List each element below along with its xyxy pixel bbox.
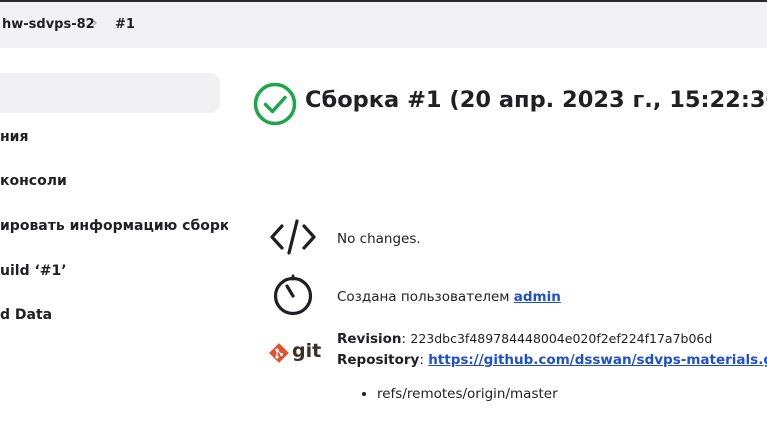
code-icon	[270, 219, 316, 255]
revision-value: 223dbc3f489784448004e020f2ef224f17a7b06d	[410, 331, 713, 346]
user-admin-link[interactable]: admin	[514, 289, 561, 305]
started-by-prefix: Создана пользователем	[337, 289, 514, 305]
git-logo-text: git	[292, 340, 322, 362]
list-item: refs/remotes/origin/master	[377, 386, 558, 402]
breadcrumb-separator-icon: ›	[92, 15, 98, 31]
sidebar: ния консоли ировать информацию сборки ui…	[0, 48, 230, 436]
sidebar-item-edit-build-info[interactable]: ировать информацию сборки	[0, 218, 228, 234]
refs-list: refs/remotes/origin/master	[360, 386, 558, 402]
sidebar-item-status-active[interactable]	[0, 73, 220, 113]
check-circle-icon	[253, 82, 297, 126]
started-by-text: Создана пользователем admin	[337, 289, 561, 305]
repository-label: Repository	[337, 352, 420, 368]
sidebar-item-delete-build[interactable]: uild ‘#1’	[0, 263, 228, 279]
timer-icon	[273, 274, 313, 316]
sidebar-item-changes[interactable]: ния	[0, 129, 228, 145]
repository-link[interactable]: https://github.com/dsswan/sdvps-material…	[428, 352, 767, 368]
repository-line: Repository: https://github.com/dsswan/sd…	[337, 352, 767, 368]
sidebar-item-build-data[interactable]: d Data	[0, 307, 228, 323]
breadcrumb-bar: hw-sdvps-82 › #1	[0, 0, 767, 48]
breadcrumb-job-link[interactable]: hw-sdvps-82	[2, 17, 95, 32]
revision-label: Revision	[337, 331, 402, 347]
sidebar-item-console-output[interactable]: консоли	[0, 173, 228, 189]
breadcrumb-build-link[interactable]: #1	[115, 17, 135, 32]
revision-line: Revision: 223dbc3f489784448004e020f2ef22…	[337, 331, 713, 347]
git-logo-icon: git	[268, 340, 322, 366]
no-changes-text: No changes.	[337, 231, 421, 247]
page-title: Сборка #1 (20 апр. 2023 г., 15:22:30)	[305, 87, 767, 113]
